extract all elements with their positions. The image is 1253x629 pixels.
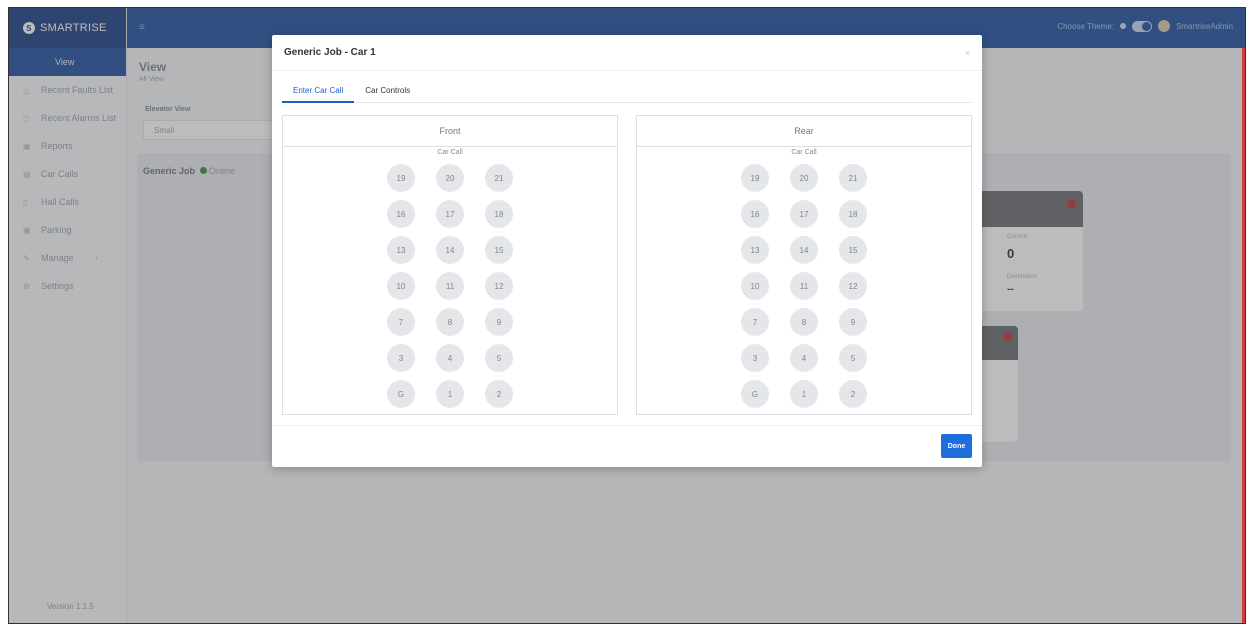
rear-floor-button-21[interactable]: 21 xyxy=(839,164,867,192)
front-floor-button-19[interactable]: 19 xyxy=(387,164,415,192)
front-floor-button-12[interactable]: 12 xyxy=(485,272,513,300)
rear-panel-title: Rear xyxy=(637,116,971,147)
rear-floor-button-9[interactable]: 9 xyxy=(839,308,867,336)
front-panel-title: Front xyxy=(283,116,617,147)
front-floor-button-2[interactable]: 2 xyxy=(485,380,513,408)
modal-footer: Done xyxy=(272,425,982,467)
rear-car-call-label: Car Call xyxy=(791,149,817,156)
app-window: ≡ Choose Theme: SmartriseAdmin S SMARTRI… xyxy=(8,7,1246,624)
rear-panel: Rear Car Call 19 20 21 16 17 18 13 14 15… xyxy=(636,115,972,415)
front-floor-button-1[interactable]: 1 xyxy=(436,380,464,408)
rear-floor-button-16[interactable]: 16 xyxy=(741,200,769,228)
front-floor-button-3[interactable]: 3 xyxy=(387,344,415,372)
front-floor-button-4[interactable]: 4 xyxy=(436,344,464,372)
rear-floor-button-18[interactable]: 18 xyxy=(839,200,867,228)
rear-floor-button-14[interactable]: 14 xyxy=(790,236,818,264)
modal-header: Generic Job - Car 1 × xyxy=(272,35,982,71)
front-floor-button-17[interactable]: 17 xyxy=(436,200,464,228)
front-floor-button-14[interactable]: 14 xyxy=(436,236,464,264)
close-icon[interactable]: × xyxy=(965,48,970,58)
rear-floor-button-12[interactable]: 12 xyxy=(839,272,867,300)
rear-floor-button-1[interactable]: 1 xyxy=(790,380,818,408)
rear-floor-button-13[interactable]: 13 xyxy=(741,236,769,264)
modal-title: Generic Job - Car 1 xyxy=(284,47,376,58)
front-floor-button-5[interactable]: 5 xyxy=(485,344,513,372)
front-car-call-label: Car Call xyxy=(437,149,463,156)
front-floor-button-g[interactable]: G xyxy=(387,380,415,408)
scroll-edge xyxy=(1242,48,1245,623)
front-panel: Front Car Call 19 20 21 16 17 18 13 14 1… xyxy=(282,115,618,415)
front-floor-button-16[interactable]: 16 xyxy=(387,200,415,228)
tab-car-controls[interactable]: Car Controls xyxy=(354,79,421,103)
rear-floor-button-19[interactable]: 19 xyxy=(741,164,769,192)
front-floor-button-10[interactable]: 10 xyxy=(387,272,415,300)
front-floor-grid: 19 20 21 16 17 18 13 14 15 10 11 12 7 8 … xyxy=(387,164,513,408)
car-call-modal: Generic Job - Car 1 × Enter Car Call Car… xyxy=(272,35,982,467)
done-button[interactable]: Done xyxy=(941,434,972,458)
front-floor-button-21[interactable]: 21 xyxy=(485,164,513,192)
rear-floor-button-11[interactable]: 11 xyxy=(790,272,818,300)
front-floor-button-8[interactable]: 8 xyxy=(436,308,464,336)
front-floor-button-15[interactable]: 15 xyxy=(485,236,513,264)
front-floor-button-13[interactable]: 13 xyxy=(387,236,415,264)
rear-floor-grid: 19 20 21 16 17 18 13 14 15 10 11 12 7 8 … xyxy=(741,164,867,408)
rear-floor-button-5[interactable]: 5 xyxy=(839,344,867,372)
rear-floor-button-g[interactable]: G xyxy=(741,380,769,408)
front-floor-button-7[interactable]: 7 xyxy=(387,308,415,336)
rear-floor-button-3[interactable]: 3 xyxy=(741,344,769,372)
rear-floor-button-8[interactable]: 8 xyxy=(790,308,818,336)
rear-floor-button-10[interactable]: 10 xyxy=(741,272,769,300)
rear-floor-button-2[interactable]: 2 xyxy=(839,380,867,408)
rear-floor-button-7[interactable]: 7 xyxy=(741,308,769,336)
modal-tabs: Enter Car Call Car Controls xyxy=(282,79,972,103)
rear-floor-button-20[interactable]: 20 xyxy=(790,164,818,192)
front-floor-button-18[interactable]: 18 xyxy=(485,200,513,228)
tab-enter-car-call[interactable]: Enter Car Call xyxy=(282,79,355,103)
rear-floor-button-15[interactable]: 15 xyxy=(839,236,867,264)
front-floor-button-11[interactable]: 11 xyxy=(436,272,464,300)
front-floor-button-9[interactable]: 9 xyxy=(485,308,513,336)
rear-floor-button-4[interactable]: 4 xyxy=(790,344,818,372)
rear-floor-button-17[interactable]: 17 xyxy=(790,200,818,228)
front-floor-button-20[interactable]: 20 xyxy=(436,164,464,192)
